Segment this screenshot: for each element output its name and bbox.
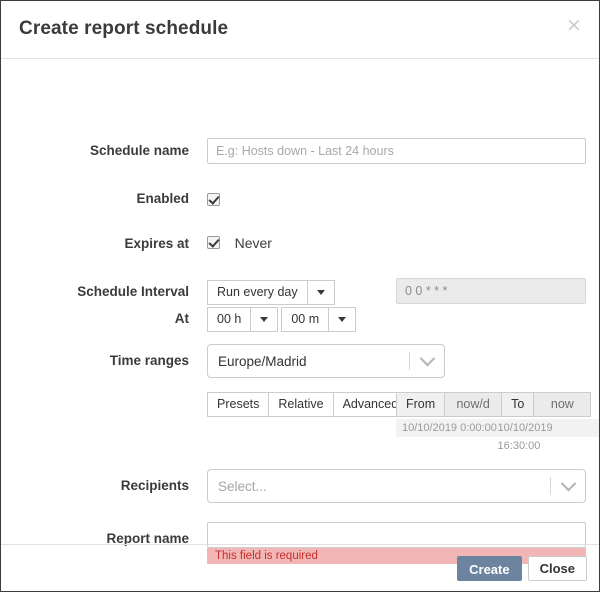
schedule-name-label: Schedule name <box>89 143 189 158</box>
to-value[interactable]: now <box>533 392 592 417</box>
at-time-dropdowns: 00 h 00 m <box>207 307 357 332</box>
chevron-down-icon[interactable] <box>410 350 444 367</box>
recipients-select[interactable]: Select... <box>207 469 586 503</box>
at-hours-value[interactable]: 00 h <box>207 307 252 332</box>
at-minutes-caret-button[interactable] <box>328 307 357 332</box>
close-icon[interactable]: × <box>563 14 585 36</box>
dialog-footer: Create Close <box>1 544 599 591</box>
recipients-label: Recipients <box>120 478 189 493</box>
schedule-interval-value[interactable]: Run every day <box>207 280 308 305</box>
schedule-interval-dropdown[interactable]: Run every day <box>207 280 335 305</box>
to-label: To <box>501 392 535 417</box>
at-label: At <box>174 311 189 326</box>
create-button[interactable]: Create <box>457 556 522 581</box>
from-resolved-date: 10/10/2019 0:00:00 <box>402 422 497 434</box>
timezone-value: Europe/Madrid <box>218 353 307 369</box>
to-resolved-date: 10/10/2019 16:30:00 <box>497 422 553 452</box>
from-to-resolved-dates: 10/10/2019 0:00:00 10/10/2019 16:30:00 <box>396 419 599 452</box>
chevron-down-icon[interactable] <box>551 475 585 492</box>
dialog-body: Schedule name Enabled Expires at Never S… <box>1 59 599 564</box>
schedule-interval-label: Schedule Interval <box>77 284 189 299</box>
enabled-label: Enabled <box>136 191 189 206</box>
close-button[interactable]: Close <box>527 556 587 581</box>
expires-at-label: Expires at <box>124 236 189 251</box>
from-to-group: From now/d To now <box>396 392 599 417</box>
create-report-schedule-dialog: Create report schedule × Schedule name E… <box>0 0 600 592</box>
schedule-name-input[interactable] <box>207 138 586 164</box>
chevron-down-icon <box>338 317 347 322</box>
footer-buttons: Create Close <box>457 556 587 581</box>
schedule-interval-caret-button[interactable] <box>306 280 335 305</box>
timezone-select[interactable]: Europe/Madrid <box>207 344 445 378</box>
expires-never-checkbox[interactable] <box>207 236 220 250</box>
time-range-mode-relative[interactable]: Relative <box>268 392 334 417</box>
at-hours-caret-button[interactable] <box>250 307 279 332</box>
time-range-mode-presets[interactable]: Presets <box>207 392 270 417</box>
at-minutes-value[interactable]: 00 m <box>281 307 330 332</box>
from-value[interactable]: now/d <box>444 392 503 417</box>
expires-never-label: Never <box>234 234 272 251</box>
from-label: From <box>396 392 446 417</box>
enabled-checkbox[interactable] <box>207 193 220 207</box>
recipients-placeholder: Select... <box>218 478 267 494</box>
dialog-header: Create report schedule × <box>1 1 599 59</box>
time-ranges-label: Time ranges <box>109 353 189 368</box>
dialog-title: Create report schedule <box>19 18 229 39</box>
chevron-down-icon <box>316 290 325 295</box>
time-range-mode-group: Presets Relative Advanced <box>207 392 409 417</box>
cron-expression-input[interactable] <box>396 278 586 304</box>
chevron-down-icon <box>260 317 269 322</box>
